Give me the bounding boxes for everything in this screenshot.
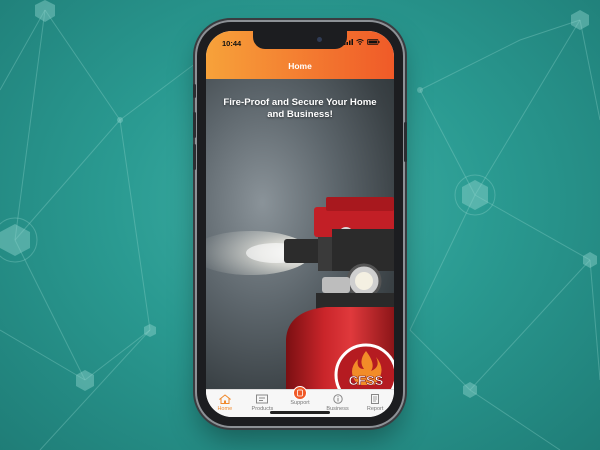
cfss-badge-text: CFSS (349, 373, 384, 388)
report-icon (371, 394, 380, 404)
fire-extinguisher-image: CFSS (206, 197, 394, 389)
tab-home-label: Home (217, 406, 233, 412)
volume-down-button (193, 144, 196, 170)
business-icon (332, 394, 343, 404)
tab-report[interactable]: Report (356, 390, 394, 417)
status-time: 10:44 (222, 39, 242, 48)
tab-report-label: Report (366, 406, 384, 412)
battery-icon (367, 39, 380, 45)
notch (253, 31, 347, 49)
status-icons (344, 39, 380, 45)
phone-frame: 10:44 Home CFSS Fire-Proof and Secure Yo… (193, 22, 407, 426)
volume-up-button (193, 112, 196, 138)
home-indicator (270, 411, 330, 414)
power-button (404, 122, 407, 162)
tab-support-label: Support (290, 400, 310, 406)
navigation-bar: Home (206, 53, 394, 79)
hero-banner: CFSS Fire-Proof and Secure Your Home and… (206, 79, 394, 389)
page-title: Home (288, 61, 312, 71)
mute-switch (193, 84, 196, 98)
home-icon (218, 394, 231, 404)
hero-title: Fire-Proof and Secure Your Home and Busi… (223, 97, 377, 120)
support-icon (292, 386, 307, 399)
phone-screen: 10:44 Home CFSS Fire-Proof and Secure Yo… (206, 31, 394, 417)
wifi-icon (356, 39, 364, 45)
tab-home[interactable]: Home (206, 390, 244, 417)
products-icon (256, 394, 269, 404)
